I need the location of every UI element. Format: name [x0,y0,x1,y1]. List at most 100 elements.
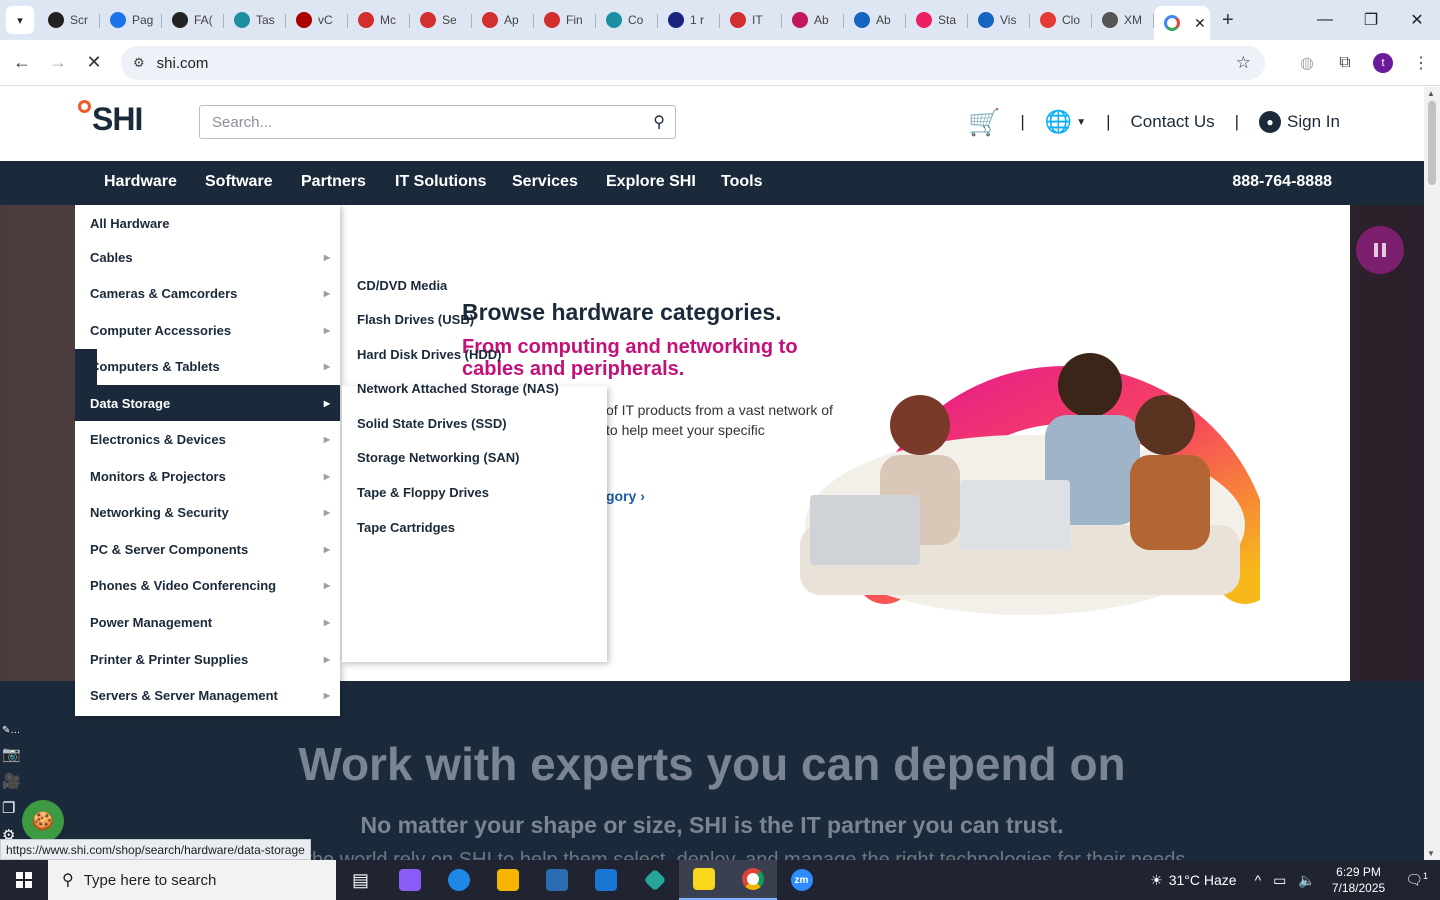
menu-item-cables[interactable]: Cables ▶ [75,239,340,275]
menu-item-power-management[interactable]: Power Management ▶ [75,604,340,640]
nav-it-solutions[interactable]: IT Solutions [395,173,487,191]
cookie-settings-icon[interactable]: 🍪 [22,800,64,842]
sticky-notes-icon[interactable] [679,860,728,900]
close-tab-icon[interactable]: ✕ [1194,15,1206,32]
tab-14[interactable]: Sta [906,5,968,35]
menu-item-monitors-projectors[interactable]: Monitors & Projectors ▶ [75,458,340,494]
nav-tools[interactable]: Tools [721,173,762,191]
shi-logo[interactable]: SHI [78,100,143,138]
close-window-icon[interactable]: ✕ [1394,0,1440,40]
page-scrollbar[interactable]: ▲ ▼ [1424,87,1440,860]
tab-5[interactable]: Mc [348,5,410,35]
sign-in-link[interactable]: ● Sign In [1259,111,1340,133]
edge-icon[interactable] [434,860,483,900]
search-icon[interactable]: ⚲ [653,112,665,132]
submenu-item-flash-drives-usb-[interactable]: Flash Drives (USB) [357,312,474,327]
forward-icon[interactable]: → [40,45,76,81]
menu-item-servers-server-management[interactable]: Servers & Server Management ▶ [75,677,340,713]
tab-4[interactable]: vC [286,5,348,35]
back-icon[interactable]: ← [4,45,40,81]
scrollbar-thumb[interactable] [1428,101,1436,185]
network-icon[interactable]: ▭ [1273,872,1286,889]
tab-0[interactable]: Scr [38,5,100,35]
nav-partners[interactable]: Partners [301,173,366,191]
pen-icon[interactable]: ✎… [2,725,24,736]
zoom-icon[interactable]: zm [777,860,826,900]
menu-item-phones-video-conferencing[interactable]: Phones & Video Conferencing ▶ [75,567,340,603]
translate-icon[interactable]: ◍ [1288,53,1326,73]
copilot-icon[interactable] [385,860,434,900]
tab-17[interactable]: XM [1092,5,1154,35]
tab-6[interactable]: Se [410,5,472,35]
window-icon[interactable]: ❐ [2,799,24,817]
menu-item-data-storage[interactable]: Data Storage ▶ [75,385,340,421]
nav-hardware[interactable]: Hardware [104,173,177,191]
phone-number[interactable]: 888-764-8888 [1232,173,1332,191]
weather-icon[interactable]: ☀ [1150,872,1163,889]
nav-explore-shi[interactable]: Explore SHI [606,173,696,191]
tab-13[interactable]: Ab [844,5,906,35]
tab-8[interactable]: Fin [534,5,596,35]
tab-7[interactable]: Ap [472,5,534,35]
tab-10[interactable]: 1 r [658,5,720,35]
menu-item-printer-printer-supplies[interactable]: Printer & Printer Supplies ▶ [75,641,340,677]
start-button[interactable] [0,860,48,900]
weather-text[interactable]: 31°C Haze [1169,872,1237,888]
submenu-item-network-attached-storage-nas-[interactable]: Network Attached Storage (NAS) [357,381,559,396]
taskbar-clock[interactable]: 6:29 PM 7/18/2025 [1332,864,1385,896]
submenu-item-tape-cartridges[interactable]: Tape Cartridges [357,520,455,535]
mail-icon[interactable] [581,860,630,900]
tab-15[interactable]: Vis [968,5,1030,35]
submenu-item-storage-networking-san-[interactable]: Storage Networking (SAN) [357,450,520,465]
scroll-up-icon[interactable]: ▲ [1427,89,1435,98]
language-selector[interactable]: 🌐 ▼ [1045,109,1086,135]
menu-item-cameras-camcorders[interactable]: Cameras & Camcorders ▶ [75,275,340,311]
video-icon[interactable]: 🎥 [2,772,24,790]
menu-item-pc-server-components[interactable]: PC & Server Components ▶ [75,531,340,567]
address-bar[interactable]: ⚙ shi.com ☆ [121,46,1265,80]
submenu-item-solid-state-drives-ssd-[interactable]: Solid State Drives (SSD) [357,416,507,431]
submenu-item-hard-disk-drives-hdd-[interactable]: Hard Disk Drives (HDD) [357,347,502,362]
chevron-up-icon[interactable]: ^ [1255,872,1262,888]
store-icon[interactable] [532,860,581,900]
site-search-input[interactable]: Search... ⚲ [199,105,676,139]
submenu-item-cd-dvd-media[interactable]: CD/DVD Media [357,278,447,293]
minimize-icon[interactable]: — [1302,0,1348,40]
menu-item-computers-tablets[interactable]: Computers & Tablets ▶ [75,348,340,384]
extensions-icon[interactable]: ⧉ [1326,54,1364,72]
file-explorer-icon[interactable] [483,860,532,900]
stop-loading-icon[interactable]: ✕ [76,45,112,81]
app-diamond-icon[interactable] [630,860,679,900]
tab-3[interactable]: Tas [224,5,286,35]
tab-12[interactable]: Ab [782,5,844,35]
chrome-icon[interactable] [728,860,777,900]
tab-2[interactable]: FA( [162,5,224,35]
profile-avatar[interactable]: t [1373,53,1393,73]
tab-9[interactable]: Co [596,5,658,35]
site-info-icon[interactable]: ⚙ [133,55,145,71]
menu-item-electronics-devices[interactable]: Electronics & Devices ▶ [75,421,340,457]
contact-us-link[interactable]: Contact Us [1131,112,1215,132]
taskbar-search[interactable]: ⚲ Type here to search [48,860,336,900]
cart-icon[interactable]: 🛒 [968,107,1000,138]
tab-1[interactable]: Pag [100,5,162,35]
pause-carousel-button[interactable] [1356,226,1404,274]
tab-11[interactable]: IT [720,5,782,35]
tab-active[interactable]: ✕ [1154,6,1210,40]
nav-services[interactable]: Services [512,173,578,191]
submenu-item-tape-floppy-drives[interactable]: Tape & Floppy Drives [357,485,489,500]
menu-item-all-hardware[interactable]: All Hardware [75,205,340,241]
nav-software[interactable]: Software [205,173,273,191]
task-view-icon[interactable]: ▤ [336,860,385,900]
menu-item-computer-accessories[interactable]: Computer Accessories ▶ [75,312,340,348]
new-tab-button[interactable]: + [1222,9,1234,32]
volume-icon[interactable]: 🔈 [1298,872,1315,889]
notifications-icon[interactable]: 🗨1 [1405,871,1428,889]
bookmark-star-icon[interactable]: ☆ [1236,53,1251,73]
scroll-down-icon[interactable]: ▼ [1427,849,1435,858]
tab-16[interactable]: Clo [1030,5,1092,35]
tab-search-button[interactable]: ▾ [6,6,34,34]
menu-item-networking-security[interactable]: Networking & Security ▶ [75,494,340,530]
browser-menu-icon[interactable]: ⋮ [1402,53,1440,73]
restore-icon[interactable]: ❐ [1348,0,1394,40]
